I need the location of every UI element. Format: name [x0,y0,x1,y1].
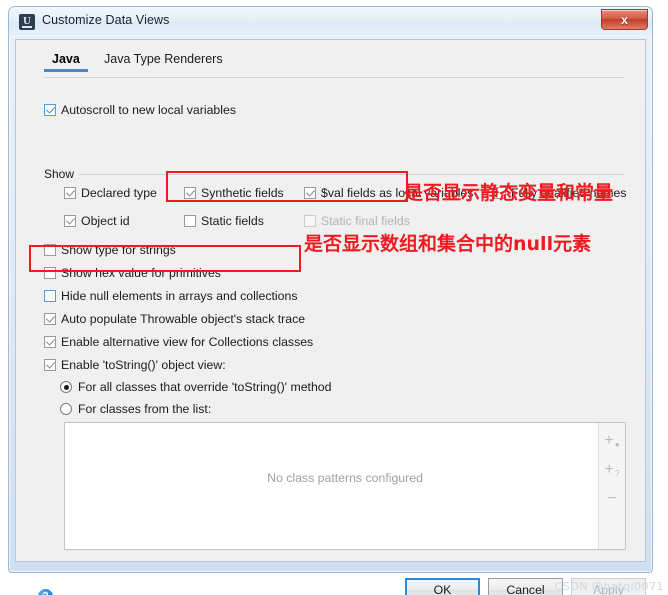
radio-label: For classes from the list: [78,402,212,416]
class-patterns-list[interactable]: No class patterns configured + ● + ? − [64,422,626,550]
plus-pattern-sub-icon: ? [614,469,620,478]
minus-icon: − [607,489,617,507]
checkbox-synthetic-fields[interactable]: Synthetic fields [184,186,284,200]
checkbox-show-hex-value-for-primitives[interactable]: Show hex value for primitives [44,266,221,280]
checkbox-label: Hide null elements in arrays and collect… [61,289,298,303]
checkbox-label: Auto populate Throwable object's stack t… [61,312,306,326]
remove-button[interactable]: − [599,485,625,512]
radio-for-all-classes-override-tostring[interactable]: For all classes that override 'toString(… [60,380,331,394]
plus-icon: + [604,460,614,478]
tab-java-type-renderers[interactable]: Java Type Renderers [104,52,223,72]
plus-class-sub-icon: ● [614,440,620,449]
checkbox-declared-type[interactable]: Declared type [64,186,157,200]
checkbox-box [184,215,196,227]
tab-java[interactable]: Java [44,52,88,72]
idea-app-icon: U [19,14,35,30]
checkbox-box [44,244,56,256]
checkbox-enable-alternative-view-for-collections[interactable]: Enable alternative view for Collections … [44,335,313,349]
checkbox-static-fields[interactable]: Static fields [184,214,264,228]
checkbox-box [304,187,316,199]
checkbox-box [64,187,76,199]
checkbox-label: Enable 'toString()' object view: [61,358,226,372]
checkbox-box [44,267,56,279]
dialog-window: U Customize Data Views x Java Java Type … [8,6,653,595]
annotation-text-static-fields: 是否显示静态变量和常量 [404,182,614,204]
checkbox-label: Synthetic fields [201,186,284,200]
checkbox-label: Object id [81,214,130,228]
radio-circle [60,403,72,415]
checkbox-label: Show type for strings [61,243,176,257]
checkbox-box [44,359,56,371]
checkbox-box [44,104,56,116]
class-patterns-empty-text: No class patterns configured [267,471,423,485]
add-class-button[interactable]: + ● [599,427,625,454]
checkbox-hide-null-elements-in-arrays-and-collections[interactable]: Hide null elements in arrays and collect… [44,289,298,303]
dialog-content: Java Java Type Renderers Autoscroll to n… [15,39,646,595]
watermark: CSDN @batqi0071 [554,580,664,593]
window-title: Customize Data Views [42,13,170,27]
help-button[interactable]: ? [38,589,53,595]
checkbox-label: Show hex value for primitives [61,266,221,280]
title-bar: U Customize Data Views x [9,7,652,37]
show-group-label: Show [44,167,80,181]
checkbox-label: Declared type [81,186,157,200]
cancel-button[interactable]: Cancel [488,578,563,595]
screenshot-root: U Customize Data Views x Java Java Type … [0,0,668,595]
checkbox-label: Enable alternative view for Collections … [61,335,314,349]
checkbox-label: Static fields [201,214,264,228]
class-patterns-toolbar: + ● + ? − [598,423,625,549]
checkbox-enable-tostring-object-view[interactable]: Enable 'toString()' object view: [44,358,226,372]
annotation-text-hide-null-elements: 是否显示数组和集合中的null元素 [304,233,592,255]
radio-label: For all classes that override 'toString(… [78,380,332,394]
plus-icon: + [604,431,614,449]
add-pattern-button[interactable]: + ? [599,456,625,483]
checkbox-label: Static final fields [321,214,410,228]
radio-circle [60,381,72,393]
checkbox-auto-populate-throwable-stack-trace[interactable]: Auto populate Throwable object's stack t… [44,312,305,326]
checkbox-autoscroll-to-new-local-variables[interactable]: Autoscroll to new local variables [44,103,236,117]
checkbox-box [64,215,76,227]
checkbox-label: Autoscroll to new local variables [61,103,236,117]
checkbox-static-final-fields: Static final fields [304,214,410,228]
tab-bar: Java Java Type Renderers [16,52,645,78]
radio-for-classes-from-the-list[interactable]: For classes from the list: [60,402,211,416]
checkbox-box [44,336,56,348]
checkbox-box [44,313,56,325]
checkbox-box [304,215,316,227]
show-group-divider [78,174,624,175]
checkbox-box [184,187,196,199]
close-icon: x [621,12,628,27]
question-mark-icon: ? [42,591,48,595]
checkbox-object-id[interactable]: Object id [64,214,130,228]
close-button[interactable]: x [601,9,648,30]
checkbox-show-type-for-strings[interactable]: Show type for strings [44,243,176,257]
ok-button[interactable]: OK [405,578,480,595]
checkbox-box [44,290,56,302]
tab-separator [44,77,624,78]
